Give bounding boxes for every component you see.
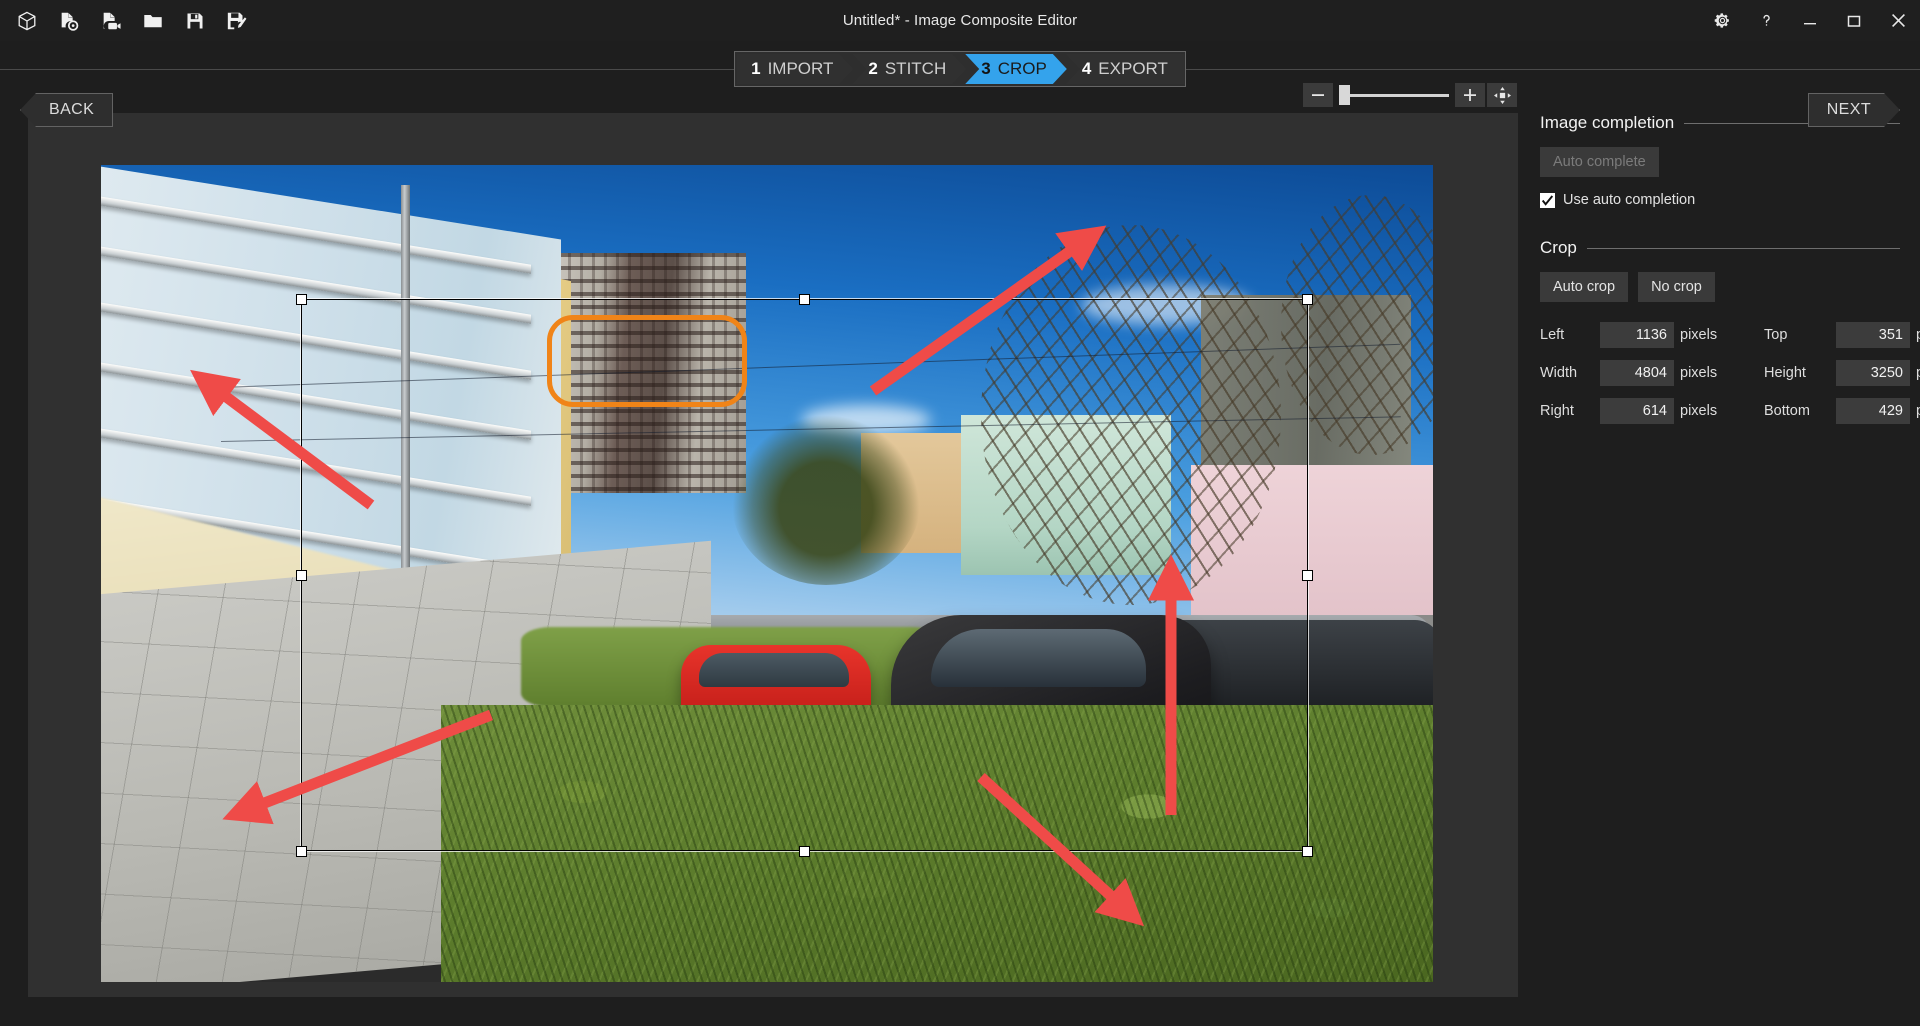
crop-height-unit: pixels [1916,365,1920,381]
crop-left-unit: pixels [1680,327,1734,343]
crop-handle-top-center[interactable] [799,294,810,305]
back-button-label: BACK [49,101,94,119]
crop-title: Crop [1540,238,1577,258]
use-auto-completion-checkbox[interactable] [1540,193,1555,208]
crop-right-label: Right [1540,403,1594,419]
use-auto-completion-row[interactable]: Use auto completion [1540,192,1900,208]
wizard-step-crop[interactable]: 3 CROP [965,54,1067,84]
zoom-in-button[interactable] [1455,83,1485,107]
step-label: CROP [998,59,1047,79]
fit-to-window-button[interactable] [1487,83,1517,107]
maximize-icon[interactable] [1832,0,1876,41]
crop-bottom-input[interactable] [1836,398,1910,424]
crop-handle-middle-right[interactable] [1302,570,1313,581]
crop-width-unit: pixels [1680,365,1734,381]
wizard-step-import[interactable]: 1 IMPORT [737,54,853,84]
wizard-bar: BACK 1 IMPORT 2 STITCH 3 CROP 4 EXPORT N… [0,41,1920,97]
open-icon[interactable] [134,4,172,38]
step-number: 3 [981,59,990,79]
help-icon[interactable] [1744,0,1788,41]
crop-top-unit: pixels [1916,327,1920,343]
crop-handle-bottom-right[interactable] [1302,846,1313,857]
crop-handle-bottom-left[interactable] [296,846,307,857]
add-images-icon[interactable] [50,4,88,38]
settings-sidebar: Image completion Auto complete Use auto … [1540,113,1900,997]
app-toolbar [0,4,256,38]
step-label: EXPORT [1098,59,1168,79]
step-label: STITCH [885,59,946,79]
crop-buttons: Auto crop No crop [1540,272,1900,302]
crop-fields: Left pixels Top pixels Width pixels Heig… [1540,322,1900,424]
title-bar: Untitled* - Image Composite Editor [0,0,1920,41]
next-button-label: NEXT [1827,101,1871,119]
auto-crop-button[interactable]: Auto crop [1540,272,1628,302]
crop-height-input[interactable] [1836,360,1910,386]
zoom-controls [1303,83,1517,107]
crop-width-input[interactable] [1600,360,1674,386]
add-video-icon[interactable] [92,4,130,38]
settings-icon[interactable] [1700,0,1744,41]
next-button[interactable]: NEXT [1808,93,1900,127]
crop-handle-bottom-center[interactable] [799,846,810,857]
crop-handle-middle-left[interactable] [296,570,307,581]
zoom-slider-thumb[interactable] [1339,85,1350,105]
section-rule [1587,248,1900,249]
wizard-step-stitch[interactable]: 2 STITCH [852,54,966,84]
minimize-icon[interactable] [1788,0,1832,41]
window-controls [1700,0,1920,41]
crop-width-label: Width [1540,365,1594,381]
zoom-out-button[interactable] [1303,83,1333,107]
crop-left-label: Left [1540,327,1594,343]
step-number: 4 [1082,59,1091,79]
step-number: 2 [868,59,877,79]
crop-bottom-label: Bottom [1764,403,1830,419]
back-button[interactable]: BACK [20,93,113,127]
crop-selection-rect[interactable] [301,299,1308,851]
step-label: IMPORT [768,59,834,79]
panorama-image[interactable] [101,165,1433,982]
crop-height-label: Height [1764,365,1830,381]
canvas-panel[interactable] [28,113,1518,997]
use-auto-completion-label: Use auto completion [1563,192,1695,208]
crop-handle-top-left[interactable] [296,294,307,305]
wizard-steps: 1 IMPORT 2 STITCH 3 CROP 4 EXPORT [734,51,1186,87]
crop-handle-top-right[interactable] [1302,294,1313,305]
wizard-step-export[interactable]: 4 EXPORT [1066,54,1184,84]
crop-right-unit: pixels [1680,403,1734,419]
close-icon[interactable] [1876,0,1920,41]
crop-bottom-unit: pixels [1916,403,1920,419]
crop-right-input[interactable] [1600,398,1674,424]
crop-section-header: Crop [1540,238,1900,258]
zoom-slider-track [1339,94,1449,97]
no-crop-button[interactable]: No crop [1638,272,1715,302]
crop-left-input[interactable] [1600,322,1674,348]
window-title: Untitled* - Image Composite Editor [0,0,1920,41]
crop-top-label: Top [1764,327,1830,343]
save-icon[interactable] [176,4,214,38]
auto-complete-button[interactable]: Auto complete [1540,147,1659,177]
zoom-slider[interactable] [1339,83,1449,107]
crop-top-input[interactable] [1836,322,1910,348]
step-number: 1 [751,59,760,79]
save-as-icon[interactable] [218,4,256,38]
image-completion-title: Image completion [1540,113,1674,133]
new-panorama-icon[interactable] [8,4,46,38]
